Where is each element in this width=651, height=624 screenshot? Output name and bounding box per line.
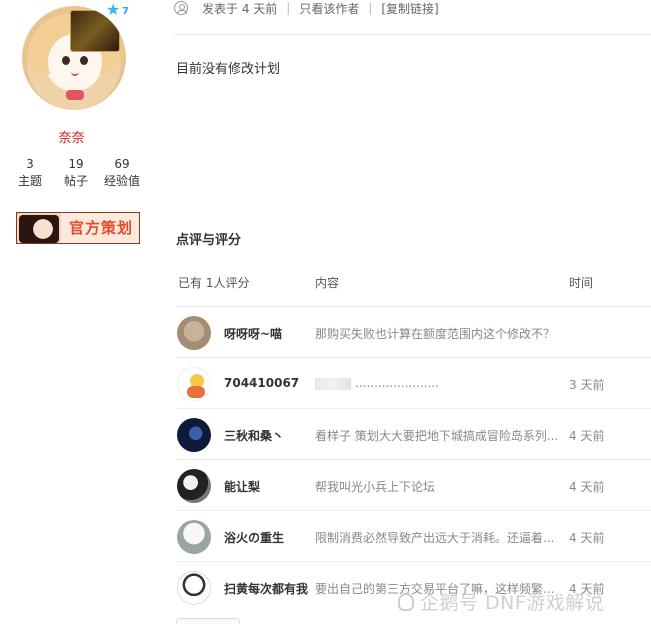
rater-name[interactable]: 浴火の重生 <box>224 529 284 546</box>
rating-content: 帮我叫光小兵上下论坛 <box>315 480 436 494</box>
rater-avatar[interactable] <box>177 571 211 605</box>
rater-name[interactable]: 能让梨 <box>224 478 260 495</box>
watermark: 企鹅号 DNF游戏解说 <box>398 588 604 615</box>
rater-avatar[interactable] <box>177 469 211 503</box>
more-ratings-button[interactable] <box>176 618 240 624</box>
rater-name[interactable]: 扫黄每次都有我 <box>224 580 308 597</box>
rater-name[interactable]: 三秋和桑丶 <box>224 427 284 444</box>
stat-value: 69 <box>114 157 130 171</box>
ratings-header: 已有 1人评分 内容 时间 <box>176 274 651 290</box>
stat-posts[interactable]: 19 帖子 <box>56 156 96 190</box>
official-planner-medal[interactable]: 官方策划 <box>16 212 140 244</box>
rating-time: 4 天前 <box>569 480 605 494</box>
stat-label: 主题 <box>17 174 42 188</box>
blurred-emoji <box>315 377 351 390</box>
user-icon <box>174 1 188 15</box>
stat-experience[interactable]: 69 经验值 <box>102 156 142 190</box>
stat-value: 19 <box>68 157 84 171</box>
watermark-text: 企鹅号 DNF游戏解说 <box>420 592 605 614</box>
meta-divider <box>174 34 651 35</box>
author-panel: ★ 7 奈奈 3 主题 19 帖子 69 经验值 官方策划 <box>0 0 150 624</box>
medal-portrait <box>19 215 59 243</box>
rating-content: 那购买失败也计算在额度范围内这个修改不？ <box>315 327 556 341</box>
avatar-eye-left <box>62 56 70 65</box>
rating-content: 看样子 策划大大要把地下城搞成冒险岛系列... <box>315 429 559 443</box>
rater-avatar[interactable] <box>177 316 211 350</box>
rating-row: 能让梨 帮我叫光小兵上下论坛 4 天前 <box>176 460 651 511</box>
rating-content: 限制消费必然导致产出远大于消耗。还逼着... <box>315 531 555 545</box>
rating-row: 704410067 ...................... 3 天前 <box>176 358 651 409</box>
stat-value: 3 <box>26 157 34 171</box>
avatar-eye-right <box>80 56 88 65</box>
post-time: 发表于 4 天前 <box>202 1 278 16</box>
level-number: 7 <box>122 6 129 17</box>
separator: | <box>286 1 291 15</box>
rating-time: 3 天前 <box>569 378 605 392</box>
post-body: 目前没有修改计划 <box>176 62 281 77</box>
stat-label: 经验值 <box>103 174 140 188</box>
rating-time: 4 天前 <box>569 531 605 545</box>
copy-link-link[interactable]: [复制链接] <box>381 0 438 17</box>
avatar-bow <box>66 90 84 100</box>
rater-avatar[interactable] <box>177 367 211 401</box>
rating-time: 4 天前 <box>569 429 605 443</box>
author-name[interactable]: 奈奈 <box>0 127 143 146</box>
header-time: 时间 <box>569 276 594 290</box>
separator: | <box>368 1 373 15</box>
rating-row: 三秋和桑丶 看样子 策划大大要把地下城搞成冒险岛系列... 4 天前 <box>176 409 651 460</box>
rating-row: 浴火の重生 限制消费必然导致产出远大于消耗。还逼着... 4 天前 <box>176 511 651 562</box>
only-author-link[interactable]: 只看该作者 <box>299 0 359 17</box>
author-stats: 3 主题 19 帖子 69 经验值 <box>10 156 142 190</box>
rating-content-text: ...................... <box>355 376 439 390</box>
level-badge: ★ 7 <box>106 0 132 19</box>
star-icon: ★ <box>106 0 121 19</box>
medal-text: 官方策划 <box>69 219 134 237</box>
ratings-list: 呀呀呀~喵 那购买失败也计算在额度范围内这个修改不？ 704410067 ...… <box>176 307 651 613</box>
penguin-icon <box>398 593 414 611</box>
stat-label: 帖子 <box>63 174 88 188</box>
header-count: 已有 1人评分 <box>178 276 250 290</box>
stat-topics[interactable]: 3 主题 <box>10 156 50 190</box>
rater-avatar[interactable] <box>177 520 211 554</box>
ratings-title: 点评与评分 <box>176 233 242 248</box>
rating-row: 呀呀呀~喵 那购买失败也计算在额度范围内这个修改不？ <box>176 307 651 358</box>
rater-avatar[interactable] <box>177 418 211 452</box>
rating-content: ...................... <box>315 376 560 390</box>
rater-name[interactable]: 704410067 <box>224 376 299 390</box>
author-avatar[interactable] <box>22 6 126 110</box>
post-meta-bar: 发表于 4 天前 | 只看该作者 | [复制链接] <box>174 0 439 16</box>
header-content: 内容 <box>315 276 340 290</box>
rater-name[interactable]: 呀呀呀~喵 <box>224 325 282 342</box>
